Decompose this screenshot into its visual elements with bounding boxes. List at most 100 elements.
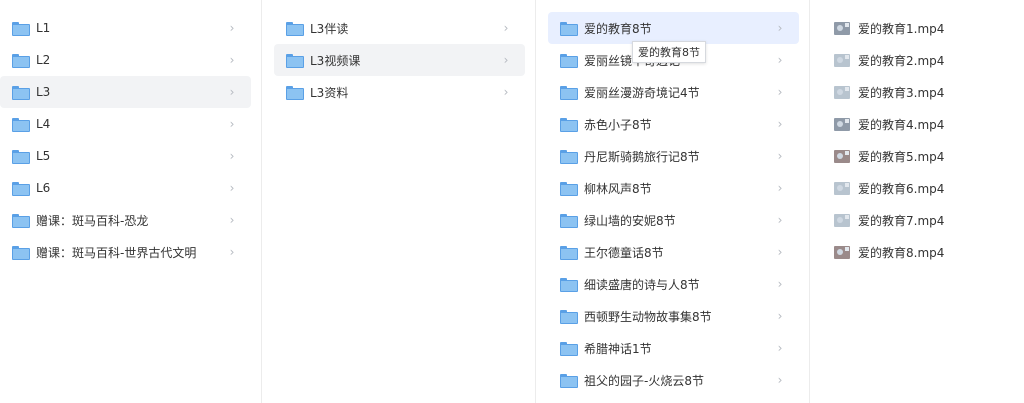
folder-row-l2[interactable]: L2 ›	[0, 44, 251, 76]
folder-row-course-4[interactable]: 赤色小子8节 ›	[548, 108, 799, 140]
folder-icon	[560, 150, 578, 164]
folder-icon	[12, 150, 30, 164]
video-thumbnail-icon	[834, 149, 850, 163]
folder-icon	[12, 246, 30, 260]
folder-label: 赠课：斑马百科-恐龙	[36, 213, 149, 228]
chevron-right-icon: ›	[503, 21, 509, 35]
folder-row-bonus-dinosaur[interactable]: 赠课：斑马百科-恐龙 ›	[0, 204, 251, 236]
chevron-right-icon: ›	[777, 373, 783, 387]
folder-label: L3伴读	[310, 21, 349, 36]
chevron-right-icon: ›	[229, 85, 235, 99]
folder-row-course-9[interactable]: 细读盛唐的诗与人8节 ›	[548, 268, 799, 300]
chevron-right-icon: ›	[777, 117, 783, 131]
folder-label: L5	[36, 149, 51, 163]
folder-row-l5[interactable]: L5 ›	[0, 140, 251, 172]
folder-label: L3	[36, 85, 51, 99]
folder-icon	[12, 54, 30, 68]
folder-row-l3[interactable]: L3 ›	[0, 76, 251, 108]
folder-row-l6[interactable]: L6 ›	[0, 172, 251, 204]
folder-row-course-12[interactable]: 祖父的园子-火烧云8节 ›	[548, 364, 799, 396]
file-label: 爱的教育6.mp4	[858, 181, 945, 196]
chevron-right-icon: ›	[229, 117, 235, 131]
chevron-right-icon: ›	[229, 181, 235, 195]
chevron-right-icon: ›	[777, 213, 783, 227]
chevron-right-icon: ›	[777, 341, 783, 355]
folder-label: 丹尼斯骑鹅旅行记8节	[584, 149, 700, 164]
folder-icon	[286, 54, 304, 68]
folder-row-l3-materials[interactable]: L3资料 ›	[274, 76, 525, 108]
chevron-right-icon: ›	[777, 245, 783, 259]
file-label: 爱的教育8.mp4	[858, 245, 945, 260]
folder-row-course-8[interactable]: 王尔德童话8节 ›	[548, 236, 799, 268]
folder-row-course-6[interactable]: 柳林风声8节 ›	[548, 172, 799, 204]
folder-label: 祖父的园子-火烧云8节	[584, 373, 704, 388]
folder-label: L6	[36, 181, 51, 195]
chevron-right-icon: ›	[777, 85, 783, 99]
folder-label: 爱丽丝漫游奇境记4节	[584, 85, 700, 100]
chevron-right-icon: ›	[229, 245, 235, 259]
column-l3[interactable]: L3伴读 › L3视频课 › L3资料 ›	[262, 0, 536, 403]
video-thumbnail-icon	[834, 245, 850, 259]
chevron-right-icon: ›	[777, 21, 783, 35]
chevron-right-icon: ›	[229, 53, 235, 67]
file-row-video-4[interactable]: 爱的教育4.mp4	[822, 108, 1014, 140]
folder-row-l3-video[interactable]: L3视频课 ›	[274, 44, 525, 76]
folder-row-course-5[interactable]: 丹尼斯骑鹅旅行记8节 ›	[548, 140, 799, 172]
chevron-right-icon: ›	[229, 213, 235, 227]
file-row-video-2[interactable]: 爱的教育2.mp4	[822, 44, 1014, 76]
folder-label: L1	[36, 21, 51, 35]
file-label: 爱的教育4.mp4	[858, 117, 945, 132]
file-row-video-8[interactable]: 爱的教育8.mp4	[822, 236, 1014, 268]
folder-icon	[560, 182, 578, 196]
file-row-video-1[interactable]: 爱的教育1.mp4	[822, 12, 1014, 44]
video-thumbnail-icon	[834, 85, 850, 99]
folder-row-course-7[interactable]: 绿山墙的安妮8节 ›	[548, 204, 799, 236]
video-thumbnail-icon	[834, 213, 850, 227]
folder-row-course-11[interactable]: 希腊神话1节 ›	[548, 332, 799, 364]
folder-icon	[286, 86, 304, 100]
chevron-right-icon: ›	[229, 149, 235, 163]
chevron-right-icon: ›	[777, 181, 783, 195]
folder-icon	[12, 182, 30, 196]
folder-row-l1[interactable]: L1 ›	[0, 12, 251, 44]
video-thumbnail-icon	[834, 181, 850, 195]
folder-row-course-3[interactable]: 爱丽丝漫游奇境记4节 ›	[548, 76, 799, 108]
video-thumbnail-icon	[834, 117, 850, 131]
column-files[interactable]: 爱的教育1.mp4 爱的教育2.mp4 爱的教育3.mp4 爱的教育4.mp4 …	[810, 0, 1024, 403]
folder-icon	[560, 86, 578, 100]
chevron-right-icon: ›	[777, 149, 783, 163]
column-root[interactable]: L1 › L2 › L3 › L4 › L5 › L6 › 赠课：斑马百科-恐龙…	[0, 0, 262, 403]
column-browser: L1 › L2 › L3 › L4 › L5 › L6 › 赠课：斑马百科-恐龙…	[0, 0, 1024, 403]
folder-label: 王尔德童话8节	[584, 245, 664, 260]
file-row-video-3[interactable]: 爱的教育3.mp4	[822, 76, 1014, 108]
folder-label: 西顿野生动物故事集8节	[584, 309, 712, 324]
chevron-right-icon: ›	[503, 53, 509, 67]
folder-label: 赠课：斑马百科-世界古代文明	[36, 245, 197, 260]
chevron-right-icon: ›	[777, 277, 783, 291]
folder-row-course-10[interactable]: 西顿野生动物故事集8节 ›	[548, 300, 799, 332]
folder-icon	[560, 22, 578, 36]
file-label: 爱的教育3.mp4	[858, 85, 945, 100]
chevron-right-icon: ›	[229, 21, 235, 35]
folder-icon	[560, 54, 578, 68]
folder-label: L2	[36, 53, 51, 67]
folder-row-bonus-civilization[interactable]: 赠课：斑马百科-世界古代文明 ›	[0, 236, 251, 268]
folder-row-l3-reading[interactable]: L3伴读 ›	[274, 12, 525, 44]
folder-label: 柳林风声8节	[584, 181, 652, 196]
file-row-video-5[interactable]: 爱的教育5.mp4	[822, 140, 1014, 172]
folder-icon	[560, 374, 578, 388]
file-row-video-7[interactable]: 爱的教育7.mp4	[822, 204, 1014, 236]
folder-label: L3资料	[310, 85, 349, 100]
folder-icon	[560, 342, 578, 356]
file-row-video-6[interactable]: 爱的教育6.mp4	[822, 172, 1014, 204]
folder-row-course-1[interactable]: 爱的教育8节 ›	[548, 12, 799, 44]
video-thumbnail-icon	[834, 21, 850, 35]
hover-tooltip: 爱的教育8节	[632, 41, 706, 63]
folder-icon	[12, 22, 30, 36]
video-thumbnail-icon	[834, 53, 850, 67]
folder-label: 细读盛唐的诗与人8节	[584, 277, 700, 292]
folder-row-l4[interactable]: L4 ›	[0, 108, 251, 140]
folder-icon	[560, 278, 578, 292]
chevron-right-icon: ›	[777, 309, 783, 323]
file-label: 爱的教育5.mp4	[858, 149, 945, 164]
